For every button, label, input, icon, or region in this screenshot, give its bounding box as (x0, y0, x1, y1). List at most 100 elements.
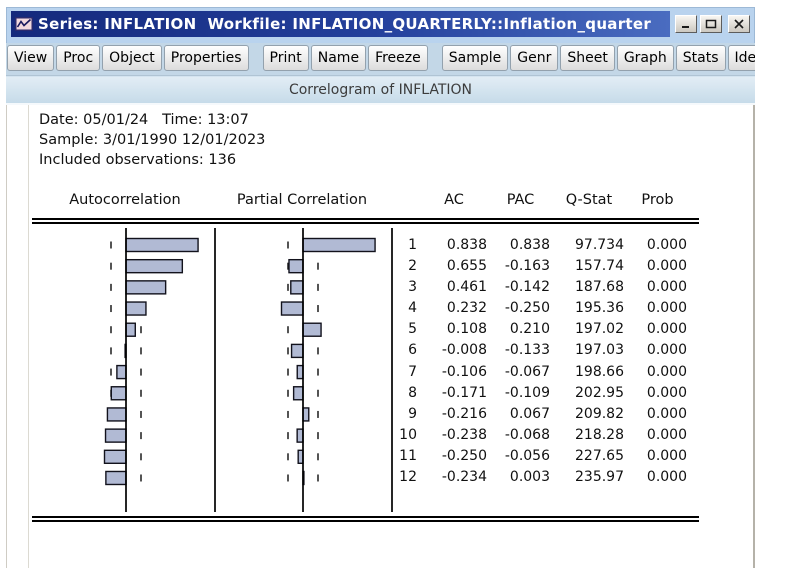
toolbar-button-ide[interactable]: Ide (727, 45, 755, 71)
qstat-value: 197.03 (575, 342, 624, 359)
double-rule-top (32, 218, 699, 224)
qstat-value: 197.02 (575, 321, 624, 338)
correlogram-row: 6 -0.008 -0.133 197.03 0.000 (399, 340, 691, 361)
series-chart-icon (15, 17, 33, 31)
maximize-button[interactable] (700, 14, 722, 33)
qstat-value: 227.65 (575, 448, 624, 465)
ac-header: AC (444, 192, 464, 208)
toolbar-button-stats[interactable]: Stats (675, 45, 726, 71)
pac-value: -0.067 (504, 363, 550, 380)
pac-bar (292, 386, 304, 401)
toolbar-button-freeze[interactable]: Freeze (368, 45, 428, 71)
ac-bar (125, 301, 147, 316)
lag-value: 7 (408, 363, 417, 380)
pac-value: -0.109 (504, 384, 550, 401)
ac-bar (125, 237, 199, 253)
prob-value: 0.000 (646, 278, 687, 295)
ac-value: -0.008 (441, 342, 487, 359)
correlogram-row: 11 -0.250 -0.056 227.65 0.000 (399, 446, 691, 467)
prob-value: 0.000 (646, 405, 687, 422)
prob-value: 0.000 (646, 427, 687, 444)
correlogram-row: 8 -0.171 -0.109 202.95 0.000 (399, 382, 691, 403)
pac-bar (302, 322, 322, 337)
stat-column-headers: AC PAC Q-Stat Prob (399, 192, 691, 208)
ac-bar (105, 470, 127, 486)
ac-value: -0.238 (441, 427, 487, 444)
title-bar-frame: Series: INFLATION Workfile: INFLATION_QU… (6, 7, 755, 43)
pac-value: 0.210 (509, 321, 550, 338)
pac-header: PAC (506, 192, 535, 208)
pac-value: -0.056 (504, 448, 550, 465)
observations-line: Included observations: 136 (39, 152, 237, 168)
date-line: Date: 05/01/24 Time: 13:07 (39, 112, 249, 128)
toolbar-button-proc[interactable]: Proc (56, 45, 101, 71)
toolbar-button-object[interactable]: Object (102, 45, 162, 71)
toolbar-button-properties[interactable]: Properties (163, 45, 249, 71)
pac-value: -0.133 (504, 342, 550, 359)
lag-value: 4 (408, 300, 417, 317)
correlogram-row: 12 -0.234 0.003 235.97 0.000 (399, 467, 691, 488)
prob-value: 0.000 (646, 257, 687, 274)
toolbar-button-view[interactable]: View (7, 45, 55, 71)
pac-bar (280, 301, 304, 316)
correlogram-table: 1 0.838 0.838 97.734 0.000 2 0.655 -0.163 157.74… (399, 234, 691, 488)
lag-value: 9 (408, 405, 417, 422)
qstat-value: 157.74 (575, 257, 624, 274)
lag-value: 5 (408, 321, 417, 338)
toolbar-button-print[interactable]: Print (262, 45, 309, 71)
pac-bar (296, 428, 304, 443)
correlogram-view: Date: 05/01/24 Time: 13:07 Sample: 3/01/… (6, 105, 755, 568)
lag-value: 10 (399, 427, 417, 444)
toolbar-button-sheet[interactable]: Sheet (560, 45, 615, 71)
pac-value: 0.003 (509, 469, 550, 486)
title-bar[interactable]: Series: INFLATION Workfile: INFLATION_QU… (11, 11, 670, 37)
lag-value: 1 (408, 236, 417, 253)
pac-bar (302, 237, 376, 253)
qstat-value: 187.68 (575, 278, 624, 295)
correlogram-row: 10 -0.238 -0.068 218.28 0.000 (399, 425, 691, 446)
ac-value: 0.461 (446, 278, 487, 295)
pac-bar (288, 258, 304, 274)
prob-value: 0.000 (646, 469, 687, 486)
panel-groove-line (28, 105, 29, 568)
ac-value: 0.838 (446, 236, 487, 253)
prob-value: 0.000 (646, 448, 687, 465)
minimize-button[interactable] (675, 14, 697, 33)
toolbar-button-genr[interactable]: Genr (510, 45, 559, 71)
ac-value: -0.216 (441, 405, 487, 422)
lag-header (399, 192, 419, 208)
toolbar-button-sample[interactable]: Sample (441, 45, 509, 71)
correlogram-row: 1 0.838 0.838 97.734 0.000 (399, 234, 691, 255)
correlogram-row: 7 -0.106 -0.067 198.66 0.000 (399, 361, 691, 382)
prob-value: 0.000 (646, 236, 687, 253)
window-controls (670, 11, 750, 36)
ac-value: 0.655 (446, 257, 487, 274)
partial-correlation-chart (280, 228, 393, 512)
window-title: Series: INFLATION Workfile: INFLATION_QU… (38, 15, 652, 33)
toolbar-button-graph[interactable]: Graph (616, 45, 674, 71)
qstat-value: 209.82 (575, 405, 624, 422)
lag-value: 11 (399, 448, 417, 465)
qstat-value: 202.95 (575, 384, 624, 401)
correlogram-row: 4 0.232 -0.250 195.36 0.000 (399, 298, 691, 319)
ac-value: -0.234 (441, 469, 487, 486)
qstat-value: 195.36 (575, 300, 624, 317)
correlogram-row: 5 0.108 0.210 197.02 0.000 (399, 319, 691, 340)
pac-value: 0.838 (509, 236, 550, 253)
qstat-value: 198.66 (575, 363, 624, 380)
correlogram-row: 3 0.461 -0.142 187.68 0.000 (399, 276, 691, 297)
pac-value: 0.067 (509, 405, 550, 422)
qstat-header: Q-Stat (565, 192, 613, 208)
ac-value: -0.171 (441, 384, 487, 401)
lag-value: 6 (408, 342, 417, 359)
pac-value: -0.068 (504, 427, 550, 444)
prob-value: 0.000 (646, 384, 687, 401)
partial-correlation-header: Partial Correlation (236, 192, 368, 208)
autocorrelation-chart (103, 228, 216, 512)
qstat-value: 235.97 (575, 469, 624, 486)
ac-bar (104, 428, 127, 443)
close-button[interactable] (728, 14, 750, 33)
correlogram-row: 9 -0.216 0.067 209.82 0.000 (399, 403, 691, 424)
view-header-band: Correlogram of INFLATION (6, 76, 755, 105)
toolbar-button-name[interactable]: Name (310, 45, 367, 71)
